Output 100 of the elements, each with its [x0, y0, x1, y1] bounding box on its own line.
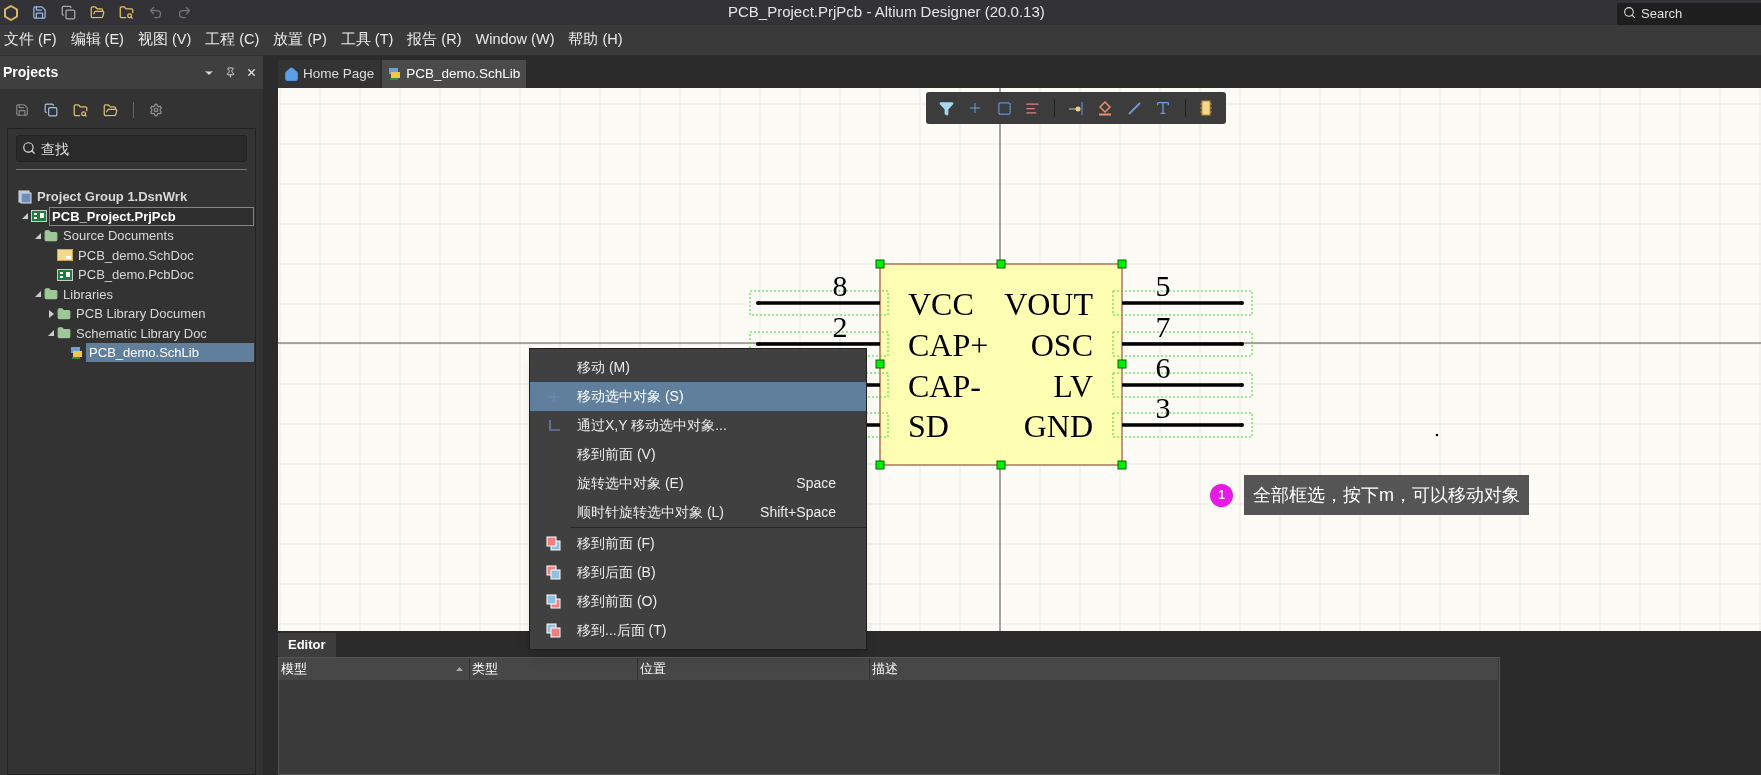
- folder-icon: [57, 326, 72, 341]
- step-badge: 1: [1210, 483, 1233, 507]
- dashed-rectangle-icon[interactable]: [996, 100, 1012, 116]
- menu-item[interactable]: 移到...后面 (T): [530, 616, 866, 645]
- selection-handle[interactable]: [996, 259, 1006, 269]
- layers-icon: [546, 536, 561, 551]
- save-icon[interactable]: [15, 103, 29, 117]
- menu-item[interactable]: 移到后面 (B): [530, 558, 866, 587]
- column-header[interactable]: 描述: [870, 658, 1499, 680]
- text-tool-icon[interactable]: [1155, 100, 1172, 116]
- layers-icon: [546, 594, 561, 609]
- document-tab[interactable]: PCB_demo.SchLib: [382, 60, 527, 88]
- tree-item[interactable]: Schematic Library Doc: [73, 323, 254, 343]
- menu-item[interactable]: 移到前面 (O): [530, 587, 866, 616]
- search-field[interactable]: Search: [1617, 2, 1761, 25]
- tree-item[interactable]: PCB_demo.PcbDoc: [75, 265, 254, 285]
- app-logo-icon: [4, 4, 18, 21]
- menu-item[interactable]: 移到前面 (V): [530, 440, 866, 469]
- menu-item[interactable]: 工具 (T): [340, 29, 394, 51]
- layers-icon: [546, 623, 561, 638]
- menu-item[interactable]: 移动 (M): [530, 353, 866, 382]
- folder-search-icon[interactable]: [73, 102, 88, 118]
- menu-item[interactable]: 放置 (P): [273, 29, 327, 51]
- pin-number: 6: [1155, 351, 1171, 384]
- window-title: PCB_Project.PrjPcb - Altium Designer (20.0.13): [728, 2, 1045, 23]
- menu-item[interactable]: 视图 (V): [137, 29, 192, 51]
- layers-icon: [546, 565, 561, 580]
- selection-handle[interactable]: [1117, 359, 1127, 369]
- tree-item[interactable]: Libraries: [60, 284, 254, 304]
- search-icon: [1623, 6, 1636, 19]
- pin-name: SD: [908, 408, 949, 444]
- menu-item[interactable]: 编辑 (E): [70, 29, 124, 51]
- search-icon: [22, 141, 36, 155]
- selection-handle[interactable]: [1117, 460, 1127, 470]
- undo-icon[interactable]: [148, 5, 163, 20]
- axes-icon: [547, 419, 560, 432]
- save-icon[interactable]: [32, 5, 47, 20]
- expanded-arrow-icon[interactable]: [48, 330, 55, 337]
- filter-icon[interactable]: [938, 100, 954, 116]
- document-tab[interactable]: Home Page: [278, 60, 381, 88]
- menu-item[interactable]: 报告 (R): [407, 29, 462, 51]
- tree-item[interactable]: PCB Library Documen: [73, 304, 254, 324]
- menu-item[interactable]: 帮助 (H): [568, 29, 623, 51]
- pcb-document-icon: [57, 268, 74, 281]
- project-group-icon: [18, 189, 33, 204]
- copy-documents-icon[interactable]: [44, 103, 58, 117]
- pin-icon[interactable]: [225, 67, 236, 78]
- annotation-tooltip: 全部框选，按下m，可以移动对象: [1244, 475, 1529, 515]
- selection-handle[interactable]: [875, 359, 885, 369]
- search-field[interactable]: 查找: [16, 135, 247, 162]
- selection-handle[interactable]: [875, 259, 885, 269]
- component-body[interactable]: [879, 263, 1123, 466]
- menu-item[interactable]: 旋转选中对象 (E) Space: [530, 469, 866, 498]
- pin-tool-icon[interactable]: [1068, 100, 1084, 116]
- align-icon[interactable]: [1025, 100, 1041, 116]
- folder-icon: [57, 306, 72, 321]
- pin-name: GND: [1023, 408, 1093, 444]
- pin-number: 2: [832, 310, 848, 343]
- pcb-document-icon: [31, 210, 48, 223]
- menu-item[interactable]: Window (W): [475, 29, 555, 51]
- open-folder-icon[interactable]: [90, 5, 105, 20]
- column-header[interactable]: 类型: [470, 658, 638, 680]
- redo-icon[interactable]: [177, 5, 192, 20]
- expanded-arrow-icon[interactable]: [35, 232, 42, 239]
- tree-item[interactable]: PCB_Project.PrjPcb: [49, 206, 254, 226]
- expanded-arrow-icon[interactable]: [35, 291, 42, 298]
- menu-item[interactable]: 文件 (F): [4, 29, 57, 51]
- menu-item[interactable]: 移动选中对象 (S): [530, 382, 866, 411]
- selection-handle[interactable]: [875, 460, 885, 470]
- close-icon[interactable]: [246, 67, 257, 78]
- selection-handle[interactable]: [996, 460, 1006, 470]
- expanded-arrow-icon[interactable]: [22, 213, 29, 220]
- column-header[interactable]: 位置: [638, 658, 870, 680]
- eraser-icon[interactable]: [1097, 100, 1114, 116]
- column-header[interactable]: 模型: [279, 658, 470, 680]
- pin-name: OSC: [1030, 327, 1093, 363]
- sort-arrow-icon: [456, 667, 463, 671]
- panel-tab[interactable]: Editor: [278, 633, 336, 657]
- tree-item[interactable]: PCB_demo.SchDoc: [75, 245, 254, 265]
- pin-number: 8: [832, 269, 848, 302]
- tree-item[interactable]: Source Documents: [60, 226, 254, 246]
- home-icon: [284, 66, 299, 82]
- folder-icon: [44, 228, 59, 243]
- tree-item[interactable]: Project Group 1.DsnWrk: [34, 187, 254, 207]
- component-icon[interactable]: [1199, 100, 1214, 116]
- settings-icon[interactable]: [149, 103, 163, 117]
- pin-number: 7: [1155, 310, 1171, 343]
- menu-item[interactable]: 移到前面 (F): [530, 529, 866, 558]
- menu-item[interactable]: 顺时针旋转选中对象 (L) Shift+Space: [530, 498, 866, 527]
- tree-item[interactable]: PCB_demo.SchLib: [86, 343, 254, 363]
- menu-item[interactable]: 工程 (C): [205, 29, 260, 51]
- line-tool-icon[interactable]: [1126, 100, 1142, 116]
- selection-handle[interactable]: [1117, 259, 1127, 269]
- menu-item[interactable]: 通过X,Y 移动选中对象...: [530, 411, 866, 440]
- collapsed-arrow-icon[interactable]: [48, 309, 54, 318]
- schematic-document-icon: [57, 249, 74, 262]
- library-document-icon: [388, 67, 403, 81]
- folder-icon: [44, 287, 59, 302]
- pin-name: CAP+: [908, 327, 989, 363]
- pin-name: LV: [1053, 368, 1093, 404]
